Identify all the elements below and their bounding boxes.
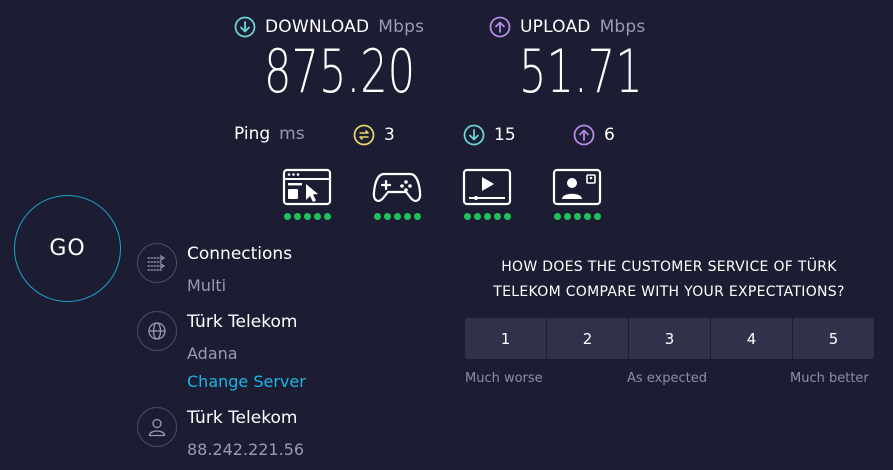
- server-icon-circle: [137, 311, 177, 351]
- idle-latency-icon: [353, 124, 375, 146]
- rating-dots: [372, 213, 422, 220]
- scale-mid-label: As expected: [627, 371, 708, 386]
- user-icon: [148, 418, 166, 437]
- connections-arrows-icon: [147, 254, 166, 271]
- ping-download: 15: [463, 124, 516, 146]
- activity-video-calls[interactable]: [552, 168, 602, 220]
- scale-high-label: Much better: [790, 371, 869, 386]
- rating-option-3[interactable]: 3: [629, 318, 710, 359]
- video-player-icon: [462, 168, 512, 206]
- upload-label: UPLOAD: [520, 17, 591, 37]
- connections-icon-circle: [137, 243, 177, 283]
- server-location: Adana: [187, 344, 238, 363]
- video-call-icon: [552, 168, 602, 206]
- ping-label: Ping: [234, 124, 271, 144]
- download-unit: Mbps: [378, 17, 425, 37]
- rating-option-4[interactable]: 4: [711, 318, 792, 359]
- survey-question: HOW DOES THE CUSTOMER SERVICE OF TÜRK TE…: [459, 255, 879, 305]
- upload-unit: Mbps: [599, 17, 646, 37]
- activity-streaming[interactable]: [462, 168, 512, 220]
- gamepad-icon: [372, 172, 422, 202]
- download-arrow-icon: [234, 16, 256, 38]
- rating-option-1[interactable]: 1: [465, 318, 546, 359]
- connections-title: Connections: [187, 244, 293, 264]
- upload-header: UPLOAD Mbps: [489, 16, 645, 38]
- survey-rating: 1 2 3 4 5: [465, 318, 874, 359]
- go-button[interactable]: GO: [14, 195, 121, 302]
- ping-unit: ms: [279, 124, 305, 144]
- download-label: DOWNLOAD: [265, 17, 370, 37]
- ping-row: Ping ms: [234, 124, 305, 144]
- upload-arrow-icon: [489, 16, 511, 38]
- upload-metric: UPLOAD Mbps: [489, 16, 645, 38]
- globe-icon: [148, 322, 166, 340]
- rating-dots: [282, 213, 332, 220]
- upload-value: 51.71: [519, 37, 643, 107]
- survey-question-line2: TELEKOM COMPARE WITH YOUR EXPECTATIONS?: [493, 284, 845, 300]
- upload-latency-icon: [573, 124, 595, 146]
- ping-idle-value: 3: [384, 125, 395, 145]
- rating-dots: [462, 213, 512, 220]
- activity-web-browsing[interactable]: [282, 168, 332, 220]
- provider-title: Türk Telekom: [187, 408, 298, 428]
- browser-icon: [282, 168, 332, 206]
- download-header: DOWNLOAD Mbps: [234, 16, 424, 38]
- rating-option-5[interactable]: 5: [793, 318, 874, 359]
- provider-ip: 88.242.221.56: [187, 440, 305, 459]
- change-server-link[interactable]: Change Server: [187, 372, 306, 391]
- provider-icon-circle: [137, 407, 177, 447]
- activity-gaming[interactable]: [372, 168, 422, 220]
- download-value: 875.20: [264, 37, 416, 107]
- ping-download-value: 15: [494, 125, 516, 145]
- download-metric: DOWNLOAD Mbps: [234, 16, 424, 38]
- ping-upload-value: 6: [604, 125, 615, 145]
- survey-question-line1: HOW DOES THE CUSTOMER SERVICE OF TÜRK: [501, 259, 837, 275]
- ping-idle: 3: [353, 124, 395, 146]
- download-latency-icon: [463, 124, 485, 146]
- rating-dots: [552, 213, 602, 220]
- connections-value: Multi: [187, 276, 227, 295]
- server-title: Türk Telekom: [187, 312, 298, 332]
- rating-option-2[interactable]: 2: [547, 318, 628, 359]
- scale-low-label: Much worse: [465, 371, 543, 386]
- ping-upload: 6: [573, 124, 615, 146]
